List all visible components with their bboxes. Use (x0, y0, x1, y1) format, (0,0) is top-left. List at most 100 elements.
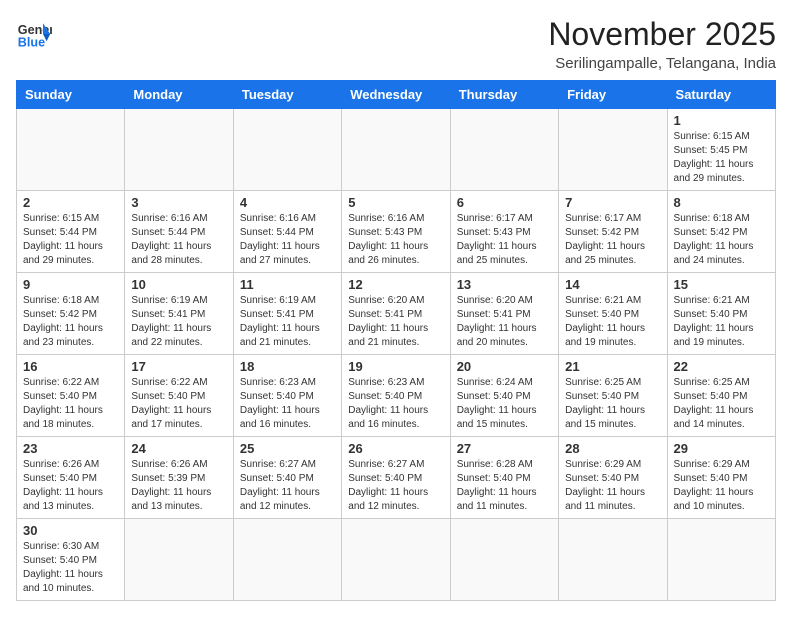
calendar-cell (342, 109, 450, 191)
calendar-cell (233, 109, 341, 191)
calendar-header-row: SundayMondayTuesdayWednesdayThursdayFrid… (17, 81, 776, 109)
calendar-cell: 8Sunrise: 6:18 AM Sunset: 5:42 PM Daylig… (667, 191, 775, 273)
calendar-table: SundayMondayTuesdayWednesdayThursdayFrid… (16, 80, 776, 601)
calendar-cell: 1 Sunrise: 6:15 AM Sunset: 5:45 PM Daylig… (667, 109, 775, 191)
calendar-cell (233, 519, 341, 601)
cell-content: Sunrise: 6:17 AM Sunset: 5:43 PM Dayligh… (457, 212, 552, 268)
calendar-cell: 15 Sunrise: 6:21 AM Sunset: 5:40 PM Dayli… (667, 273, 775, 355)
cell-content: Sunrise: 6:29 AM Sunset: 5:40 PM Dayligh… (565, 458, 660, 514)
cell-content: Sunrise: 6:23 AM Sunset: 5:40 PM Dayligh… (240, 376, 335, 432)
day-number: 24 (131, 441, 226, 456)
day-number: 27 (457, 441, 552, 456)
page-header: General Blue November 2025 Serilingampal… (16, 16, 776, 72)
calendar-cell: 25Sunrise: 6:27 AM Sunset: 5:40 PM Dayli… (233, 437, 341, 519)
day-number: 26 (348, 441, 443, 456)
weekday-header: Friday (559, 81, 667, 109)
cell-content: Sunrise: 6:25 AM Sunset: 5:40 PM Dayligh… (565, 376, 660, 432)
calendar-cell: 4Sunrise: 6:16 AM Sunset: 5:44 PM Daylig… (233, 191, 341, 273)
cell-content: Sunrise: 6:29 AM Sunset: 5:40 PM Dayligh… (674, 458, 769, 514)
calendar-cell: 19 Sunrise: 6:23 AM Sunset: 5:40 PM Dayli… (342, 355, 450, 437)
calendar-cell: 13Sunrise: 6:20 AM Sunset: 5:41 PM Dayli… (450, 273, 558, 355)
day-number: 6 (457, 195, 552, 210)
cell-content: Sunrise: 6:20 AM Sunset: 5:41 PM Dayligh… (457, 294, 552, 350)
day-number: 15 (674, 277, 769, 292)
calendar-cell (559, 519, 667, 601)
calendar-cell (450, 109, 558, 191)
cell-content: Sunrise: 6:23 AM Sunset: 5:40 PM Dayligh… (348, 376, 443, 432)
calendar-cell (559, 109, 667, 191)
day-number: 8 (674, 195, 769, 210)
weekday-header: Monday (125, 81, 233, 109)
calendar-cell: 2 Sunrise: 6:15 AM Sunset: 5:44 PM Daylig… (17, 191, 125, 273)
calendar-week-row: 23 Sunrise: 6:26 AM Sunset: 5:40 PM Dayli… (17, 437, 776, 519)
cell-content: Sunrise: 6:26 AM Sunset: 5:40 PM Dayligh… (23, 458, 118, 514)
calendar-week-row: 16 Sunrise: 6:22 AM Sunset: 5:40 PM Dayli… (17, 355, 776, 437)
cell-content: Sunrise: 6:15 AM Sunset: 5:45 PM Dayligh… (674, 130, 769, 186)
title-section: November 2025 Serilingampalle, Telangana… (548, 16, 776, 72)
calendar-cell: 5 Sunrise: 6:16 AM Sunset: 5:43 PM Daylig… (342, 191, 450, 273)
cell-content: Sunrise: 6:25 AM Sunset: 5:40 PM Dayligh… (674, 376, 769, 432)
day-number: 7 (565, 195, 660, 210)
day-number: 16 (23, 359, 118, 374)
day-number: 17 (131, 359, 226, 374)
calendar-cell: 12Sunrise: 6:20 AM Sunset: 5:41 PM Dayli… (342, 273, 450, 355)
cell-content: Sunrise: 6:21 AM Sunset: 5:40 PM Dayligh… (674, 294, 769, 350)
cell-content: Sunrise: 6:16 AM Sunset: 5:44 PM Dayligh… (131, 212, 226, 268)
day-number: 2 (23, 195, 118, 210)
day-number: 9 (23, 277, 118, 292)
calendar-cell: 27 Sunrise: 6:28 AM Sunset: 5:40 PM Dayli… (450, 437, 558, 519)
cell-content: Sunrise: 6:22 AM Sunset: 5:40 PM Dayligh… (131, 376, 226, 432)
calendar-cell: 10 Sunrise: 6:19 AM Sunset: 5:41 PM Dayli… (125, 273, 233, 355)
cell-content: Sunrise: 6:16 AM Sunset: 5:43 PM Dayligh… (348, 212, 443, 268)
calendar-week-row: 1 Sunrise: 6:15 AM Sunset: 5:45 PM Daylig… (17, 109, 776, 191)
cell-content: Sunrise: 6:24 AM Sunset: 5:40 PM Dayligh… (457, 376, 552, 432)
cell-content: Sunrise: 6:19 AM Sunset: 5:41 PM Dayligh… (131, 294, 226, 350)
day-number: 20 (457, 359, 552, 374)
calendar-cell (667, 519, 775, 601)
calendar-cell (125, 109, 233, 191)
weekday-header: Sunday (17, 81, 125, 109)
day-number: 4 (240, 195, 335, 210)
logo: General Blue (16, 16, 52, 52)
calendar-week-row: 2 Sunrise: 6:15 AM Sunset: 5:44 PM Daylig… (17, 191, 776, 273)
calendar-cell: 23 Sunrise: 6:26 AM Sunset: 5:40 PM Dayli… (17, 437, 125, 519)
day-number: 1 (674, 113, 769, 128)
calendar-cell (17, 109, 125, 191)
cell-content: Sunrise: 6:30 AM Sunset: 5:40 PM Dayligh… (23, 540, 118, 596)
calendar-cell: 11Sunrise: 6:19 AM Sunset: 5:41 PM Dayli… (233, 273, 341, 355)
month-title: November 2025 (548, 16, 776, 53)
weekday-header: Tuesday (233, 81, 341, 109)
calendar-cell: 6 Sunrise: 6:17 AM Sunset: 5:43 PM Daylig… (450, 191, 558, 273)
cell-content: Sunrise: 6:26 AM Sunset: 5:39 PM Dayligh… (131, 458, 226, 514)
location-title: Serilingampalle, Telangana, India (548, 55, 776, 72)
cell-content: Sunrise: 6:21 AM Sunset: 5:40 PM Dayligh… (565, 294, 660, 350)
calendar-cell: 20 Sunrise: 6:24 AM Sunset: 5:40 PM Dayli… (450, 355, 558, 437)
day-number: 14 (565, 277, 660, 292)
day-number: 3 (131, 195, 226, 210)
day-number: 18 (240, 359, 335, 374)
cell-content: Sunrise: 6:19 AM Sunset: 5:41 PM Dayligh… (240, 294, 335, 350)
cell-content: Sunrise: 6:17 AM Sunset: 5:42 PM Dayligh… (565, 212, 660, 268)
calendar-cell: 29 Sunrise: 6:29 AM Sunset: 5:40 PM Dayli… (667, 437, 775, 519)
calendar-cell: 17 Sunrise: 6:22 AM Sunset: 5:40 PM Dayli… (125, 355, 233, 437)
day-number: 21 (565, 359, 660, 374)
day-number: 28 (565, 441, 660, 456)
calendar-cell: 9 Sunrise: 6:18 AM Sunset: 5:42 PM Daylig… (17, 273, 125, 355)
cell-content: Sunrise: 6:15 AM Sunset: 5:44 PM Dayligh… (23, 212, 118, 268)
calendar-cell (125, 519, 233, 601)
day-number: 23 (23, 441, 118, 456)
cell-content: Sunrise: 6:28 AM Sunset: 5:40 PM Dayligh… (457, 458, 552, 514)
calendar-cell: 18 Sunrise: 6:23 AM Sunset: 5:40 PM Dayli… (233, 355, 341, 437)
calendar-cell: 16Sunrise: 6:22 AM Sunset: 5:40 PM Dayli… (17, 355, 125, 437)
day-number: 19 (348, 359, 443, 374)
day-number: 10 (131, 277, 226, 292)
cell-content: Sunrise: 6:18 AM Sunset: 5:42 PM Dayligh… (23, 294, 118, 350)
day-number: 29 (674, 441, 769, 456)
calendar-cell: 7 Sunrise: 6:17 AM Sunset: 5:42 PM Daylig… (559, 191, 667, 273)
logo-icon: General Blue (16, 16, 52, 52)
day-number: 5 (348, 195, 443, 210)
cell-content: Sunrise: 6:27 AM Sunset: 5:40 PM Dayligh… (240, 458, 335, 514)
calendar-week-row: 9 Sunrise: 6:18 AM Sunset: 5:42 PM Daylig… (17, 273, 776, 355)
calendar-cell (450, 519, 558, 601)
weekday-header: Saturday (667, 81, 775, 109)
